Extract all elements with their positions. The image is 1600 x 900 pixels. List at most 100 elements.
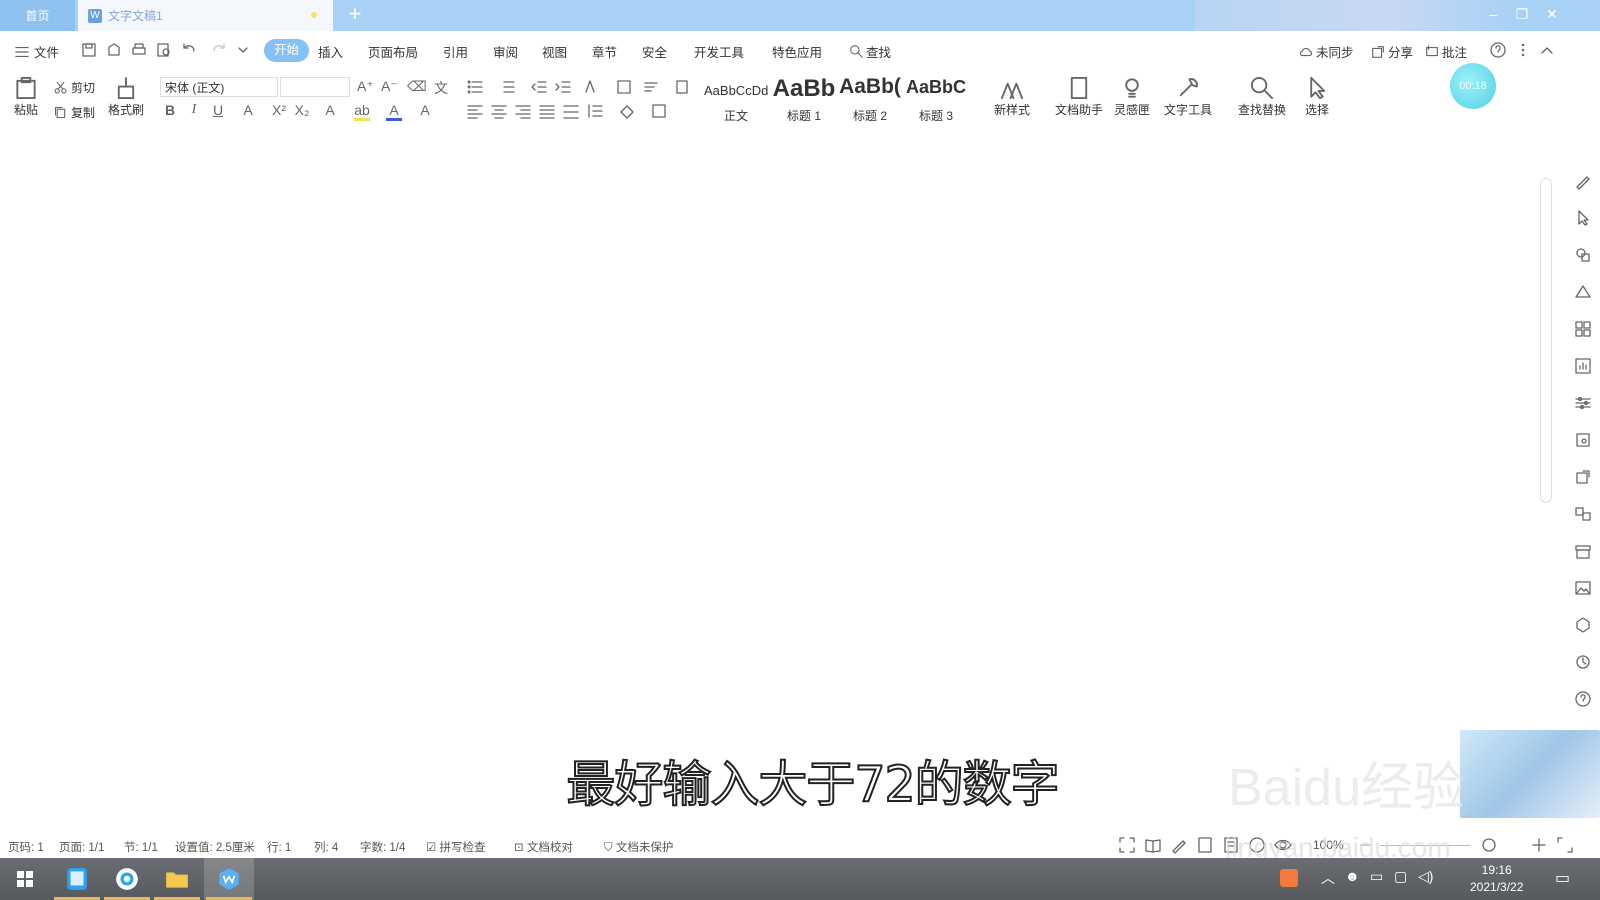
new-style-button[interactable]: 新样式 xyxy=(988,75,1036,118)
qq-icon[interactable]: ☻ xyxy=(1345,868,1360,884)
increase-indent-icon[interactable] xyxy=(554,78,572,96)
tab-document[interactable]: W 文字文稿1 xyxy=(78,0,333,31)
share-out-icon[interactable] xyxy=(1574,468,1592,486)
save-icon[interactable] xyxy=(80,41,98,59)
tab-insert[interactable]: 插入 xyxy=(318,42,343,61)
line-spacing-icon[interactable] xyxy=(586,102,604,120)
input-method-icon[interactable] xyxy=(1280,869,1298,887)
battery-icon[interactable]: ▭ xyxy=(1370,868,1383,885)
justify-icon[interactable] xyxy=(538,102,556,120)
network-icon[interactable]: ▢ xyxy=(1394,868,1407,885)
clear-format-icon[interactable]: ⌫ xyxy=(407,78,427,95)
spell-check-button[interactable]: ☑ 拼写检查 xyxy=(426,839,486,855)
tab-developer[interactable]: 开发工具 xyxy=(694,42,744,61)
translate-icon[interactable] xyxy=(1574,505,1592,523)
superscript-icon[interactable]: X² xyxy=(271,102,287,118)
format-painter-button[interactable]: 格式刷 xyxy=(106,75,146,118)
status-section[interactable]: 节: 1/1 xyxy=(124,839,158,855)
shading-icon[interactable] xyxy=(618,102,636,120)
taskbar-app-tablet[interactable] xyxy=(52,858,102,900)
tab-references[interactable]: 引用 xyxy=(443,42,468,61)
style-heading1-label[interactable]: 标题 1 xyxy=(772,107,836,124)
style-heading1-sample[interactable]: AaBb xyxy=(772,75,836,103)
decrease-indent-icon[interactable] xyxy=(530,78,548,96)
doc-assistant-button[interactable]: 文档助手 xyxy=(1052,75,1106,118)
phonetic-icon[interactable]: 文 xyxy=(433,78,449,98)
find-replace-button[interactable]: 查找替换 xyxy=(1232,75,1292,118)
shapes-icon[interactable] xyxy=(1574,246,1592,264)
help-circle-icon[interactable] xyxy=(1574,690,1592,708)
close-button[interactable]: ✕ xyxy=(1542,6,1562,26)
print-preview-icon[interactable] xyxy=(155,41,173,59)
undo-icon[interactable] xyxy=(180,41,198,59)
style-normal-sample[interactable]: AaBbCcDd xyxy=(704,83,768,98)
tray-expand-icon[interactable]: ︿ xyxy=(1321,868,1335,888)
start-button[interactable] xyxy=(0,858,50,900)
highlight-icon[interactable]: ab xyxy=(354,102,370,121)
comment-button[interactable]: 批注 xyxy=(1424,42,1467,61)
strikethrough-icon[interactable]: A xyxy=(240,102,256,118)
export-icon[interactable] xyxy=(105,41,123,59)
bullet-list-icon[interactable] xyxy=(466,78,484,96)
align-left-icon[interactable] xyxy=(466,102,484,120)
system-clock[interactable]: 19:16 2021/3/22 xyxy=(1470,862,1523,896)
redo-icon[interactable] xyxy=(210,41,228,59)
zoom-fit-icon[interactable] xyxy=(1480,836,1498,854)
italic-icon[interactable]: I xyxy=(186,102,202,118)
align-center-icon[interactable] xyxy=(490,102,508,120)
drive-icon[interactable] xyxy=(1574,283,1592,301)
shrink-font-icon[interactable]: A⁻ xyxy=(381,78,398,95)
image-doc-icon[interactable] xyxy=(1574,431,1592,449)
text-direction-icon[interactable] xyxy=(582,78,600,96)
help-icon[interactable] xyxy=(1489,41,1507,59)
pointer-icon[interactable] xyxy=(1574,209,1592,227)
search-button[interactable]: 查找 xyxy=(849,42,891,61)
vertical-scrollbar[interactable] xyxy=(1540,178,1552,503)
more-icon[interactable] xyxy=(1514,41,1532,59)
account-area[interactable] xyxy=(1195,0,1515,31)
text-effect-icon[interactable]: A xyxy=(322,102,338,118)
tab-chapter[interactable]: 章节 xyxy=(592,42,617,61)
proofread-button[interactable]: ⊡ 文档校对 xyxy=(514,839,573,855)
picture-icon[interactable] xyxy=(1574,579,1592,597)
new-tab-button[interactable]: + xyxy=(344,3,366,26)
subscript-icon[interactable]: X₂ xyxy=(294,102,310,118)
sort-icon[interactable] xyxy=(642,78,660,96)
tab-page-layout[interactable]: 页面布局 xyxy=(368,42,418,61)
document-canvas[interactable] xyxy=(0,131,1530,831)
style-normal-label[interactable]: 正文 xyxy=(704,107,768,124)
style-heading2-label[interactable]: 标题 2 xyxy=(838,107,902,124)
history-icon[interactable] xyxy=(1574,653,1592,671)
font-name-select[interactable]: 宋体 (正文) xyxy=(160,77,278,97)
tab-special-apps[interactable]: 特色应用 xyxy=(772,42,822,61)
protect-status[interactable]: ⛉ 文档未保护 xyxy=(604,839,673,855)
sliders-icon[interactable] xyxy=(1574,394,1592,412)
copy-button[interactable]: 复制 xyxy=(53,104,95,121)
style-heading3-sample[interactable]: AaBbC xyxy=(904,77,968,98)
pen-icon[interactable] xyxy=(1574,172,1592,190)
edit-mode-icon[interactable] xyxy=(1170,836,1188,854)
underline-icon[interactable]: U xyxy=(210,102,226,118)
taskbar-app-browser[interactable] xyxy=(102,858,152,900)
numbered-list-icon[interactable] xyxy=(498,78,516,96)
notification-icon[interactable]: ▭ xyxy=(1555,868,1570,888)
inspiration-button[interactable]: 灵感匣 xyxy=(1112,75,1152,118)
taskbar-app-wps[interactable] xyxy=(204,858,254,900)
chart-icon[interactable] xyxy=(1574,357,1592,375)
apps-grid-icon[interactable] xyxy=(1574,320,1592,338)
page-view-icon[interactable] xyxy=(1196,836,1214,854)
status-page-number[interactable]: 页码: 1 xyxy=(8,839,44,855)
print-icon[interactable] xyxy=(130,41,148,59)
borders-icon[interactable] xyxy=(650,102,668,120)
distributed-align-icon[interactable] xyxy=(562,102,580,120)
backup-icon[interactable] xyxy=(1574,616,1592,634)
archive-icon[interactable] xyxy=(1574,542,1592,560)
tab-security[interactable]: 安全 xyxy=(642,42,667,61)
show-marks-icon[interactable] xyxy=(673,78,691,96)
tab-view[interactable]: 视图 xyxy=(542,42,567,61)
align-right-icon[interactable] xyxy=(514,102,532,120)
paste-button[interactable]: 粘贴 xyxy=(10,75,42,118)
best-fit-icon[interactable] xyxy=(1556,836,1574,854)
bold-icon[interactable]: B xyxy=(162,102,178,118)
status-setting[interactable]: 设置值: 2.5厘米 xyxy=(175,839,255,855)
